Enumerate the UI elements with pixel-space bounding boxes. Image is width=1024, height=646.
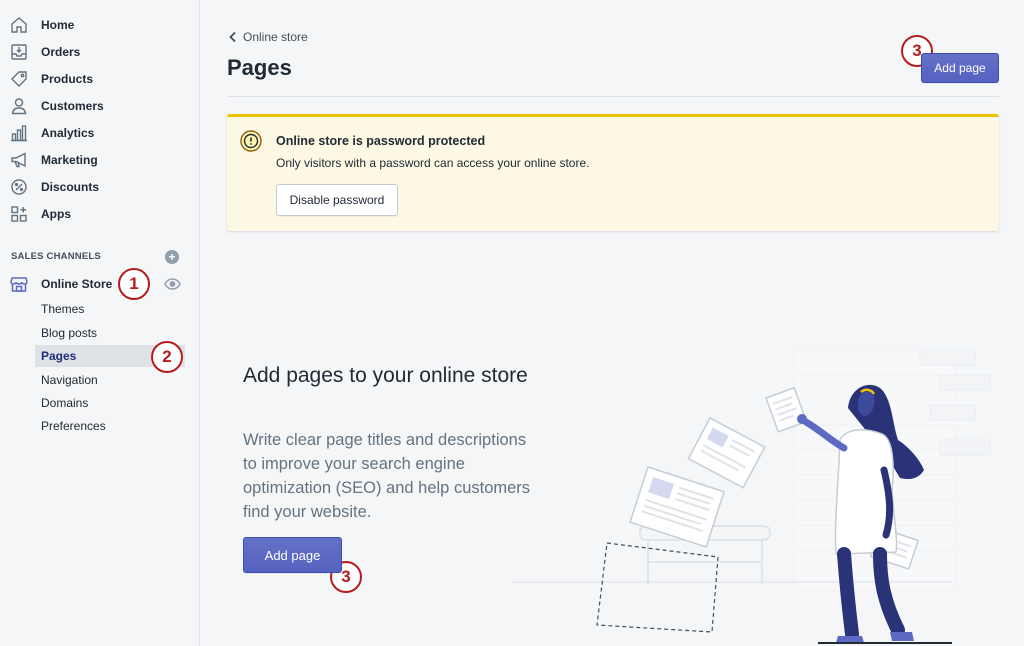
nav-label: Analytics [41,126,95,140]
sub-item-preferences[interactable]: Preferences [35,415,185,437]
add-page-button[interactable]: Add page [243,537,342,573]
orders-icon [11,44,27,60]
nav-label: Orders [41,45,81,59]
warning-icon [240,130,262,152]
apps-icon [11,206,27,222]
nav-orders[interactable]: Orders [0,39,200,65]
discount-icon [11,179,27,195]
eye-icon[interactable] [164,277,181,291]
nav-label: Products [41,72,94,86]
nav-label: Home [41,18,75,32]
breadcrumb[interactable]: Online store [228,30,308,44]
nav-apps[interactable]: Apps [0,201,200,227]
sub-item-domains[interactable]: Domains [35,392,185,414]
nav-label: Online Store [41,277,113,291]
empty-state-text: Write clear page titles and descriptions… [243,431,531,521]
nav-label: Apps [41,207,71,221]
add-channel-button[interactable]: + [165,250,179,264]
banner-text: Only visitors with a password can access… [276,156,590,170]
empty-state-illustration [512,349,991,644]
sales-channels-heading: SALES CHANNELS [11,251,101,262]
annotation-badge-2: 2 [151,341,183,373]
store-icon [10,277,28,292]
nav-label: Discounts [41,180,100,194]
floating-paper-2 [687,416,766,489]
home-icon [11,17,27,33]
chevron-left-icon [229,31,236,43]
password-warning-banner: Online store is password protected Only … [227,114,999,231]
nav-products[interactable]: Products [0,66,200,92]
nav-home[interactable]: Home [0,12,200,38]
sub-item-themes[interactable]: Themes [35,298,185,320]
nav-marketing[interactable]: Marketing [0,147,200,173]
nav-customers[interactable]: Customers [0,93,200,119]
annotation-badge-1: 1 [118,268,150,300]
bar-chart-icon [11,125,27,142]
person-icon [11,98,27,115]
breadcrumb-label: Online store [243,30,308,44]
page-title: Pages [227,55,292,80]
disable-password-button[interactable]: Disable password [276,184,398,216]
nav-label: Marketing [41,153,98,167]
empty-state-title: Add pages to your online store [243,364,528,387]
nav-label: Customers [41,99,104,113]
nav-analytics[interactable]: Analytics [0,120,200,146]
add-page-button-header[interactable]: Add page [921,53,999,83]
banner-title: Online store is password protected [276,134,486,148]
header-divider [227,96,999,97]
sidebar: Home Orders Products Customers Analytics… [0,0,200,646]
nav-discounts[interactable]: Discounts [0,174,200,200]
megaphone-icon [11,152,26,168]
tag-icon [11,71,27,87]
